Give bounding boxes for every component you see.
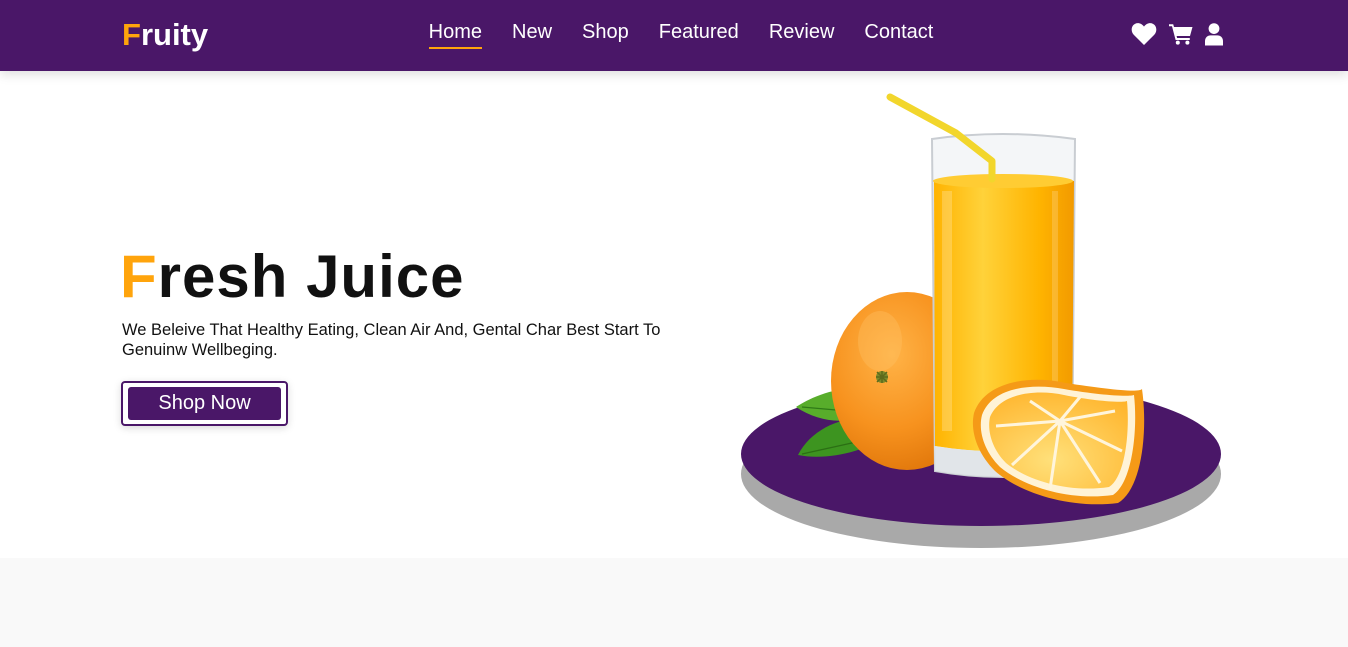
hero-title-rest: resh Juice [157,243,465,310]
cart-icon[interactable] [1169,23,1193,45]
nav-link-new[interactable]: New [512,20,552,49]
hero-title-initial: F [120,243,158,310]
nav-link-contact[interactable]: Contact [864,20,933,49]
nav-link-shop[interactable]: Shop [582,20,629,49]
nav-link-home[interactable]: Home [428,20,483,49]
juice-illustration [741,93,1221,548]
navbar: Fruity Home New Shop Featured Review Con… [0,0,1348,71]
user-icon[interactable] [1205,22,1223,46]
hero-title: Fresh Juice [120,243,465,311]
heart-icon[interactable] [1131,22,1157,46]
hero-section: Fresh Juice We Beleive That Healthy Eati… [0,71,1348,558]
shop-now-button[interactable]: Shop Now [121,381,288,426]
nav-icon-group [1131,22,1223,46]
shop-now-button-label: Shop Now [128,387,281,420]
lower-section [0,558,1348,647]
hero-description: We Beleive That Healthy Eating, Clean Ai… [122,321,661,359]
nav-link-review[interactable]: Review [769,20,835,49]
nav-link-featured[interactable]: Featured [659,20,739,49]
